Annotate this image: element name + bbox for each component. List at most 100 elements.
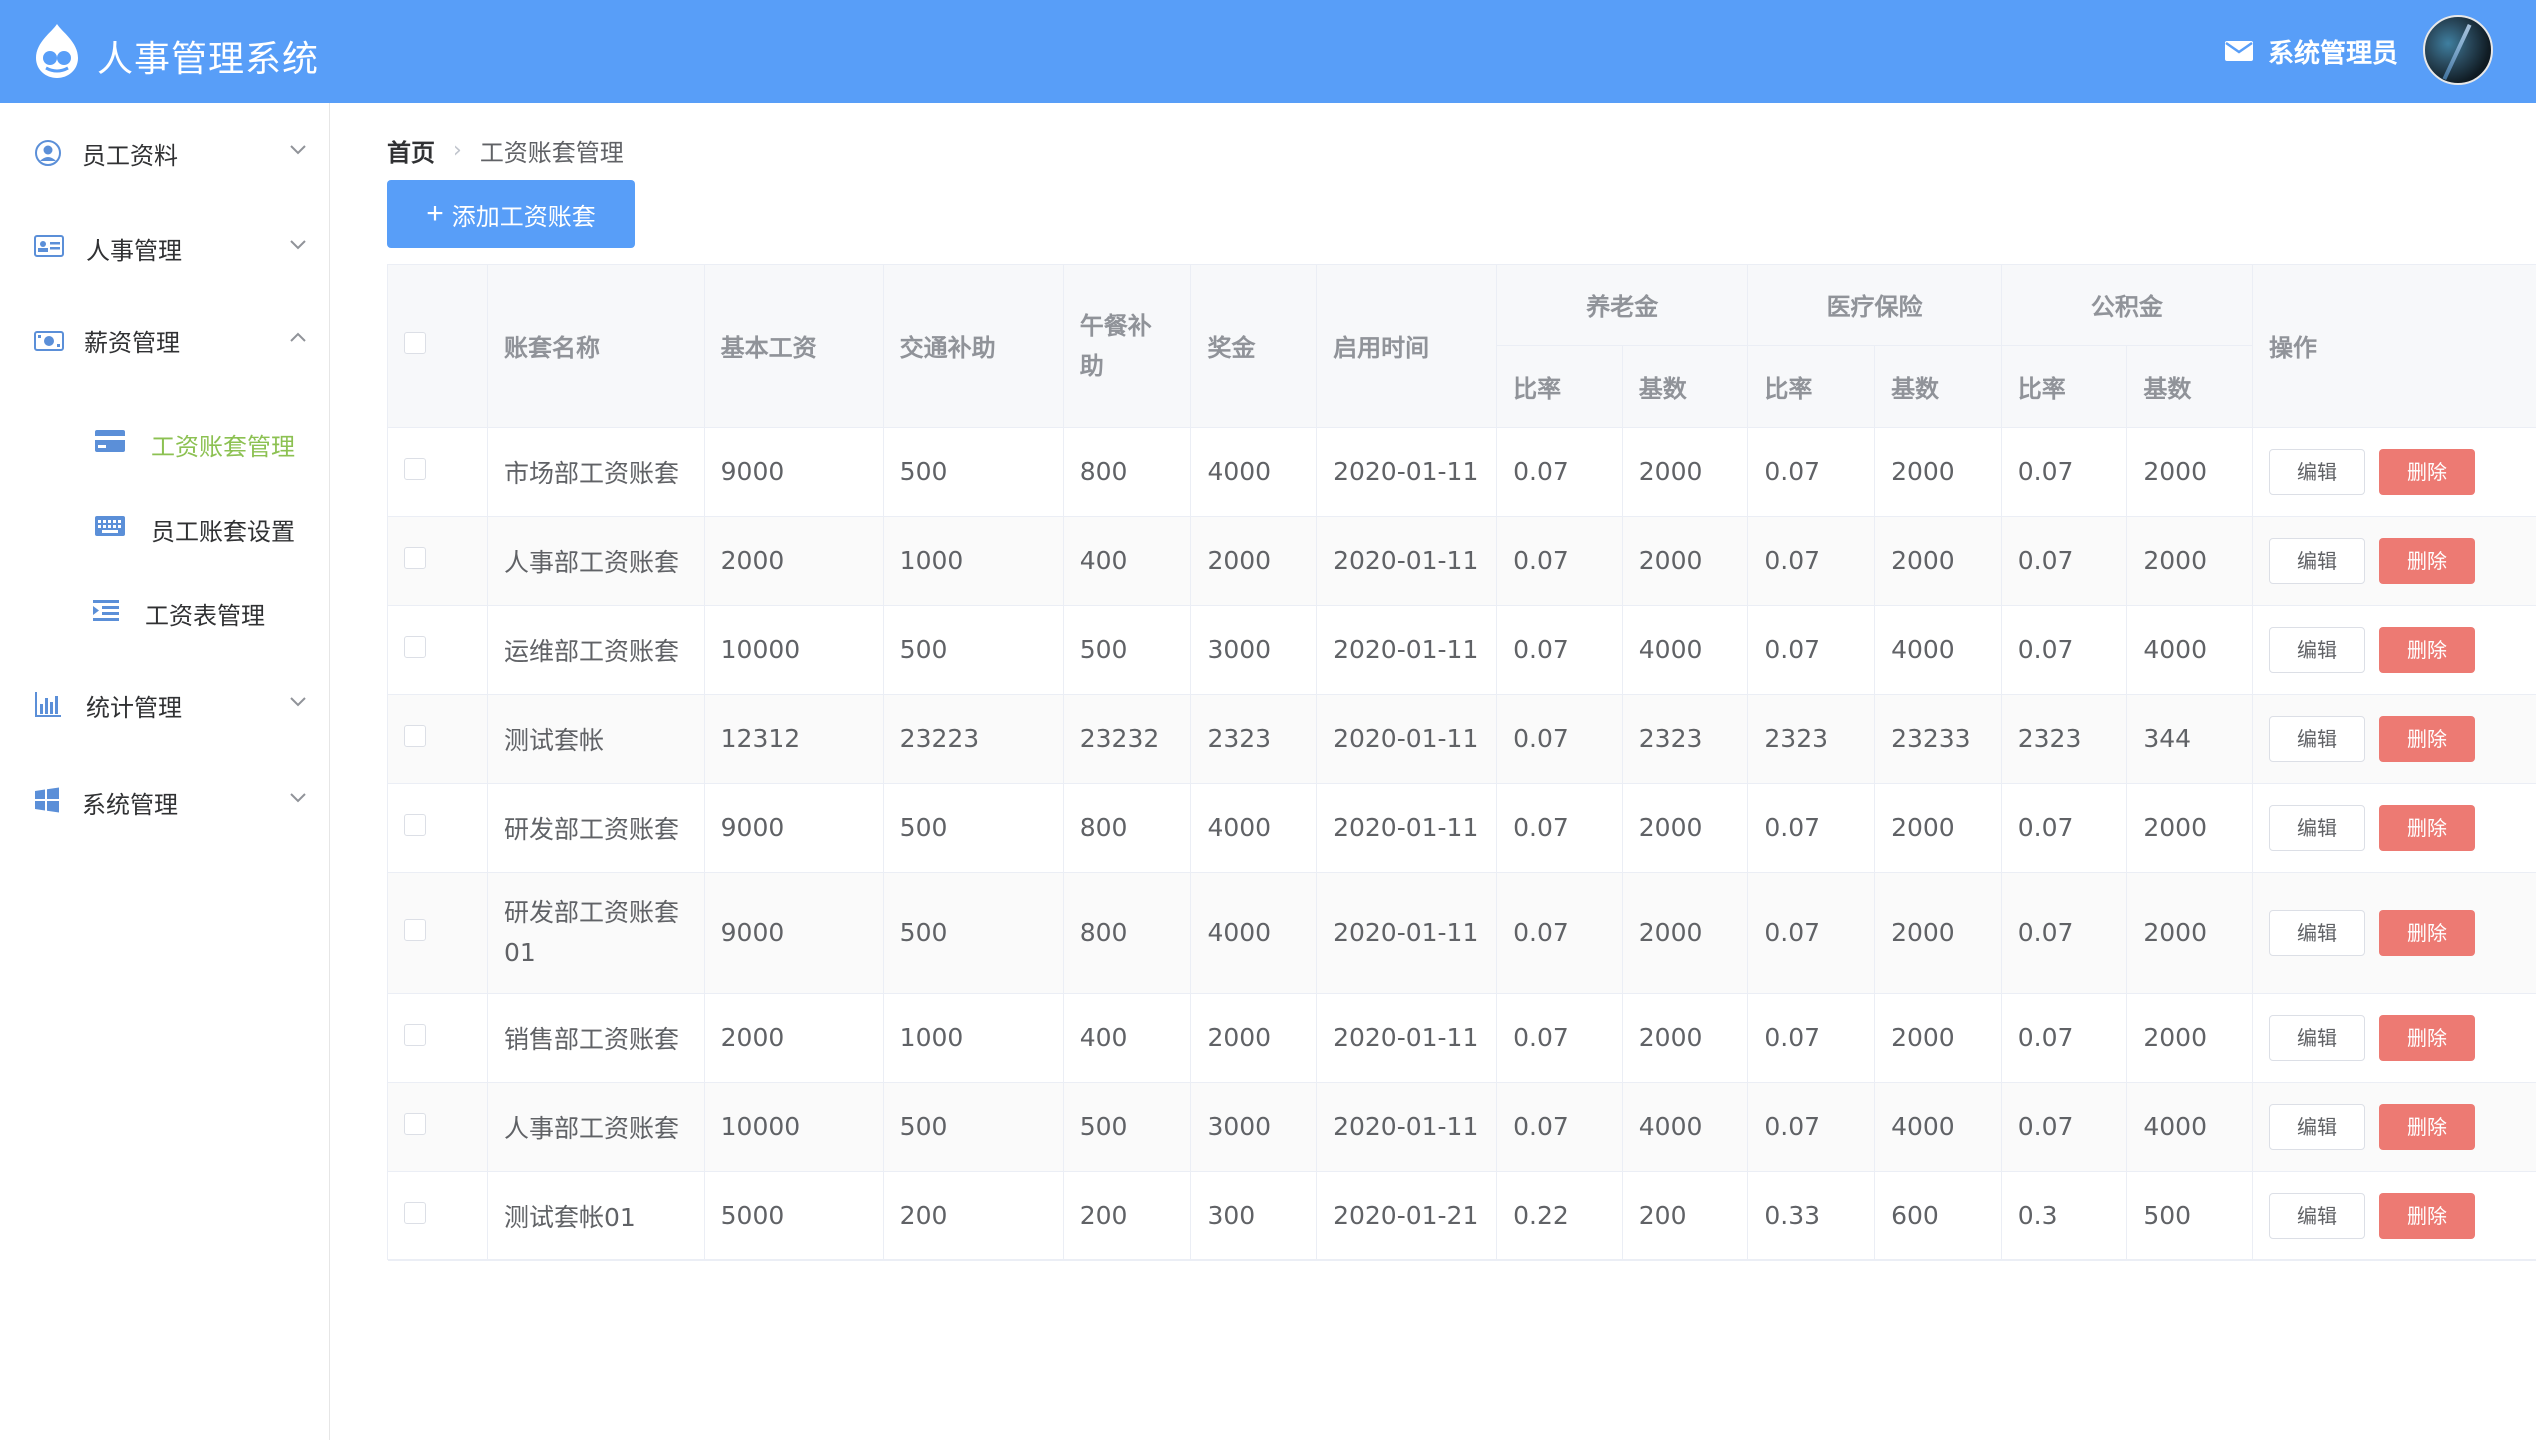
id-card-icon [34,235,64,257]
cell-bonus: 4000 [1190,872,1318,994]
breadcrumb-home[interactable]: 首页 [387,133,435,168]
delete-button[interactable]: 删除 [2378,1103,2475,1150]
sidebar-item-label: 员工资料 [82,142,178,170]
row-checkbox[interactable] [404,1113,426,1135]
cell-basic: 5000 [704,1171,884,1261]
row-select-cell [388,783,488,873]
row-checkbox[interactable] [404,547,426,569]
cell-fund-rate: 0.07 [2001,1082,2128,1172]
col-basic: 基本工资 [704,265,884,428]
col-group-fund: 公积金 [2001,265,2253,346]
cell-name: 人事部工资账套 [487,1082,705,1172]
add-salary-account-button[interactable]: + 添加工资账套 [387,180,635,248]
cell-basic: 10000 [704,1082,884,1172]
cell-pension-rate: 0.07 [1496,605,1623,695]
row-select-cell [388,427,488,517]
cell-traffic: 500 [883,872,1064,994]
cell-pension-base: 2323 [1622,694,1749,784]
col-medical-rate: 比率 [1747,345,1876,428]
breadcrumb-current: 工资账套管理 [479,139,624,167]
edit-button[interactable]: 编辑 [2268,1192,2365,1239]
row-checkbox[interactable] [404,814,426,836]
sidebar-item-salary-management[interactable]: 薪资管理 [0,295,330,385]
row-checkbox[interactable] [404,1202,426,1224]
sidebar-subitem-salary-table[interactable]: 工资表管理 [0,569,330,649]
cell-fund-base: 2000 [2126,993,2253,1083]
cell-traffic: 200 [883,1171,1064,1261]
table-body: 市场部工资账套 9000 500 800 4000 2020-01-11 0.07 2000 0… [388,427,2536,1261]
edit-button[interactable]: 编辑 [2268,1014,2365,1061]
cell-fund-base: 2000 [2126,783,2253,873]
sidebar-item-system[interactable]: 系统管理 [0,754,330,844]
col-bonus: 奖金 [1190,265,1318,428]
edit-button[interactable]: 编辑 [2268,626,2365,673]
cell-name: 运维部工资账套 [487,605,705,695]
cell-medical-base: 2000 [1874,872,2002,994]
sidebar-subitem-label: 工资账套管理 [151,433,295,461]
table-row: 研发部工资账套01 9000 500 800 4000 2020-01-11 0.07 200… [388,872,2536,994]
cell-lunch: 500 [1063,1082,1192,1172]
cell-start: 2020-01-11 [1316,993,1498,1083]
cell-fund-rate: 0.07 [2001,783,2128,873]
table-row: 运维部工资账套 10000 500 500 3000 2020-01-11 0.07 4000… [388,605,2536,695]
cell-medical-rate: 0.07 [1747,427,1876,517]
cell-lunch: 23232 [1063,694,1192,784]
edit-button[interactable]: 编辑 [2268,804,2365,851]
delete-button[interactable]: 删除 [2378,1192,2475,1239]
chevron-down-icon [290,240,306,250]
delete-button[interactable]: 删除 [2378,909,2475,956]
sidebar-item-statistics[interactable]: 统计管理 [0,658,330,748]
cell-pension-rate: 0.07 [1496,694,1623,784]
edit-button[interactable]: 编辑 [2268,537,2365,584]
row-checkbox[interactable] [404,1024,426,1046]
delete-button[interactable]: 删除 [2378,804,2475,851]
cell-ops: 编辑 删除 [2252,993,2536,1083]
cell-bonus: 2323 [1190,694,1318,784]
avatar[interactable] [2423,15,2493,85]
delete-button[interactable]: 删除 [2378,626,2475,673]
sidebar-item-employee-info[interactable]: 员工资料 [0,103,330,193]
col-traffic: 交通补助 [883,265,1064,428]
cell-lunch: 800 [1063,872,1192,994]
edit-button[interactable]: 编辑 [2268,909,2365,956]
select-all-checkbox[interactable] [404,331,426,354]
col-name: 账套名称 [487,265,705,428]
sidebar-subitem-salary-account[interactable]: 工资账套管理 [0,398,330,478]
cell-traffic: 1000 [883,993,1064,1083]
cell-bonus: 4000 [1190,783,1318,873]
cell-start: 2020-01-11 [1316,783,1498,873]
cell-lunch: 800 [1063,427,1192,517]
row-select-cell [388,1082,488,1172]
row-checkbox[interactable] [404,919,426,941]
delete-button[interactable]: 删除 [2378,1014,2475,1061]
row-checkbox[interactable] [404,636,426,658]
delete-button[interactable]: 删除 [2378,715,2475,762]
user-name[interactable]: 系统管理员 [2268,33,2398,70]
salary-account-table: 账套名称 基本工资 交通补助 午餐补助 奖金 启用时间 养老金 医疗保险 公积金… [387,264,2536,1261]
sidebar-item-hr-management[interactable]: 人事管理 [0,198,330,288]
sidebar-subitem-employee-account[interactable]: 员工账套设置 [0,483,330,563]
keyboard-icon [95,516,125,536]
table-header: 账套名称 基本工资 交通补助 午餐补助 奖金 启用时间 养老金 医疗保险 公积金… [388,265,2536,428]
mail-icon[interactable] [2225,41,2253,61]
cell-basic: 9000 [704,872,884,994]
edit-button[interactable]: 编辑 [2268,448,2365,495]
cell-pension-base: 4000 [1622,605,1749,695]
cell-ops: 编辑 删除 [2252,427,2536,517]
table-row: 测试套帐01 5000 200 200 300 2020-01-21 0.22 200 0.33… [388,1171,2536,1261]
cell-name: 研发部工资账套 [487,783,705,873]
cell-bonus: 3000 [1190,1082,1318,1172]
edit-button[interactable]: 编辑 [2268,715,2365,762]
cell-medical-rate: 2323 [1747,694,1876,784]
delete-button[interactable]: 删除 [2378,448,2475,495]
row-checkbox[interactable] [404,725,426,747]
cell-pension-rate: 0.07 [1496,783,1623,873]
top-header: 人事管理系统 系统管理员 [0,0,2536,103]
delete-button[interactable]: 删除 [2378,537,2475,584]
cell-pension-base: 2000 [1622,872,1749,994]
edit-button[interactable]: 编辑 [2268,1103,2365,1150]
cell-lunch: 400 [1063,516,1192,606]
row-checkbox[interactable] [404,458,426,480]
user-circle-icon [35,140,61,166]
cell-pension-rate: 0.07 [1496,427,1623,517]
